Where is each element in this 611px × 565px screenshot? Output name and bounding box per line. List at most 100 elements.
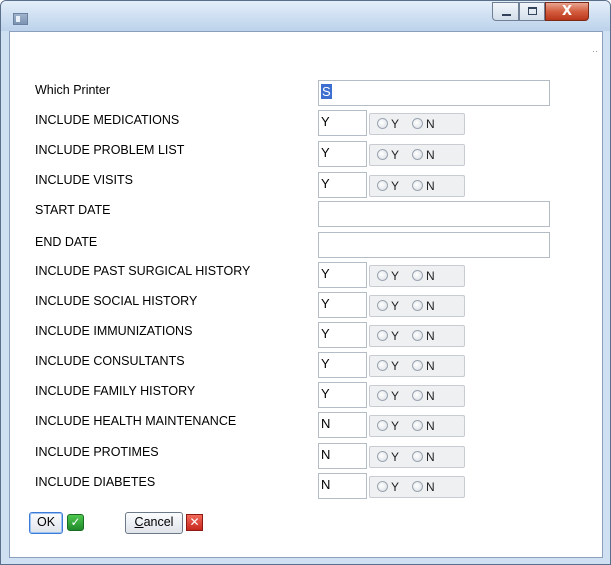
app-icon [13,13,28,25]
end-date-input[interactable] [318,232,550,258]
social-history-input[interactable]: Y [318,292,367,318]
start-date-label: START DATE [35,203,111,217]
problem-list-radio-n-label: N [426,148,435,162]
problem-list-label: INCLUDE PROBLEM LIST [35,143,185,157]
past-surgical-history-radio-group: Y N [369,265,465,287]
close-icon: X [561,4,573,19]
protimes-radio-n-label: N [426,450,435,464]
diabetes-radio-n[interactable] [412,481,423,492]
protimes-radio-group: Y N [369,446,465,468]
close-button[interactable]: X [545,2,589,21]
immunizations-label: INCLUDE IMMUNIZATIONS [35,324,193,338]
maximize-icon [528,7,537,15]
health-maintenance-radio-y-label: Y [391,419,400,433]
ok-check-icon[interactable]: ✓ [67,514,84,531]
family-history-radio-y-label: Y [391,389,400,403]
problem-list-radio-group: Y N [369,144,465,166]
immunizations-radio-group: Y N [369,325,465,347]
cancel-button[interactable]: Cancel [125,512,183,534]
problem-list-radio-y[interactable] [377,149,388,160]
diabetes-radio-y-label: Y [391,480,400,494]
maximize-button[interactable] [519,2,545,21]
immunizations-radio-y-label: Y [391,329,400,343]
medications-radio-y-label: Y [391,117,400,131]
consultants-radio-y-label: Y [391,359,400,373]
social-history-radio-y[interactable] [377,300,388,311]
past-surgical-history-radio-y[interactable] [377,270,388,281]
printer-input[interactable]: S [318,80,550,106]
diabetes-radio-y[interactable] [377,481,388,492]
dialog-window: X ·· Which Printer S INCLUDE MEDICATIONS… [0,0,611,565]
visits-radio-group: Y N [369,175,465,197]
consultants-radio-group: Y N [369,355,465,377]
family-history-input[interactable]: Y [318,382,367,408]
diabetes-radio-n-label: N [426,480,435,494]
medications-radio-group: Y N [369,113,465,135]
consultants-radio-n-label: N [426,359,435,373]
past-surgical-history-radio-n-label: N [426,269,435,283]
health-maintenance-radio-y[interactable] [377,420,388,431]
past-surgical-history-label: INCLUDE PAST SURGICAL HISTORY [35,264,251,278]
immunizations-radio-n[interactable] [412,330,423,341]
minimize-button[interactable] [492,2,519,21]
diabetes-label: INCLUDE DIABETES [35,475,156,489]
past-surgical-history-radio-n[interactable] [412,270,423,281]
family-history-radio-n-label: N [426,389,435,403]
family-history-radio-y[interactable] [377,390,388,401]
health-maintenance-radio-n-label: N [426,419,435,433]
health-maintenance-radio-n[interactable] [412,420,423,431]
consultants-input[interactable]: Y [318,352,367,378]
health-maintenance-label: INCLUDE HEALTH MAINTENANCE [35,414,237,428]
consultants-label: INCLUDE CONSULTANTS [35,354,185,368]
family-history-radio-n[interactable] [412,390,423,401]
protimes-radio-y-label: Y [391,450,400,464]
social-history-radio-n[interactable] [412,300,423,311]
medications-radio-y[interactable] [377,118,388,129]
title-bar[interactable]: X [1,1,610,31]
medications-input[interactable]: Y [318,110,367,136]
past-surgical-history-input[interactable]: Y [318,262,367,288]
diabetes-radio-group: Y N [369,476,465,498]
visits-label: INCLUDE VISITS [35,173,133,187]
cancel-label: ancel [143,515,174,529]
social-history-label: INCLUDE SOCIAL HISTORY [35,294,198,308]
visits-radio-n-label: N [426,179,435,193]
resize-grip-icon: ·· [592,46,598,56]
medications-radio-n[interactable] [412,118,423,129]
health-maintenance-radio-group: Y N [369,415,465,437]
family-history-label: INCLUDE FAMILY HISTORY [35,384,196,398]
printer-label: Which Printer [35,83,111,97]
problem-list-input[interactable]: Y [318,141,367,167]
protimes-input[interactable]: N [318,443,367,469]
family-history-radio-group: Y N [369,385,465,407]
social-history-radio-n-label: N [426,299,435,313]
minimize-icon [502,14,511,16]
consultants-radio-y[interactable] [377,360,388,371]
medications-radio-n-label: N [426,117,435,131]
visits-radio-y[interactable] [377,180,388,191]
printer-value: S [321,84,332,99]
problem-list-radio-y-label: Y [391,148,400,162]
problem-list-radio-n[interactable] [412,149,423,160]
social-history-radio-y-label: Y [391,299,400,313]
visits-radio-n[interactable] [412,180,423,191]
immunizations-input[interactable]: Y [318,322,367,348]
protimes-radio-y[interactable] [377,451,388,462]
immunizations-radio-y[interactable] [377,330,388,341]
form-panel: ·· Which Printer S INCLUDE MEDICATIONS Y… [9,31,603,558]
protimes-label: INCLUDE PROTIMES [35,445,159,459]
diabetes-input[interactable]: N [318,473,367,499]
protimes-radio-n[interactable] [412,451,423,462]
past-surgical-history-radio-y-label: Y [391,269,400,283]
end-date-label: END DATE [35,235,98,249]
social-history-radio-group: Y N [369,295,465,317]
ok-button[interactable]: OK [29,512,63,534]
visits-input[interactable]: Y [318,172,367,198]
cancel-accelerator: C [134,515,144,529]
visits-radio-y-label: Y [391,179,400,193]
cancel-x-icon[interactable]: ✕ [186,514,203,531]
medications-label: INCLUDE MEDICATIONS [35,113,180,127]
consultants-radio-n[interactable] [412,360,423,371]
start-date-input[interactable] [318,201,550,227]
health-maintenance-input[interactable]: N [318,412,367,438]
